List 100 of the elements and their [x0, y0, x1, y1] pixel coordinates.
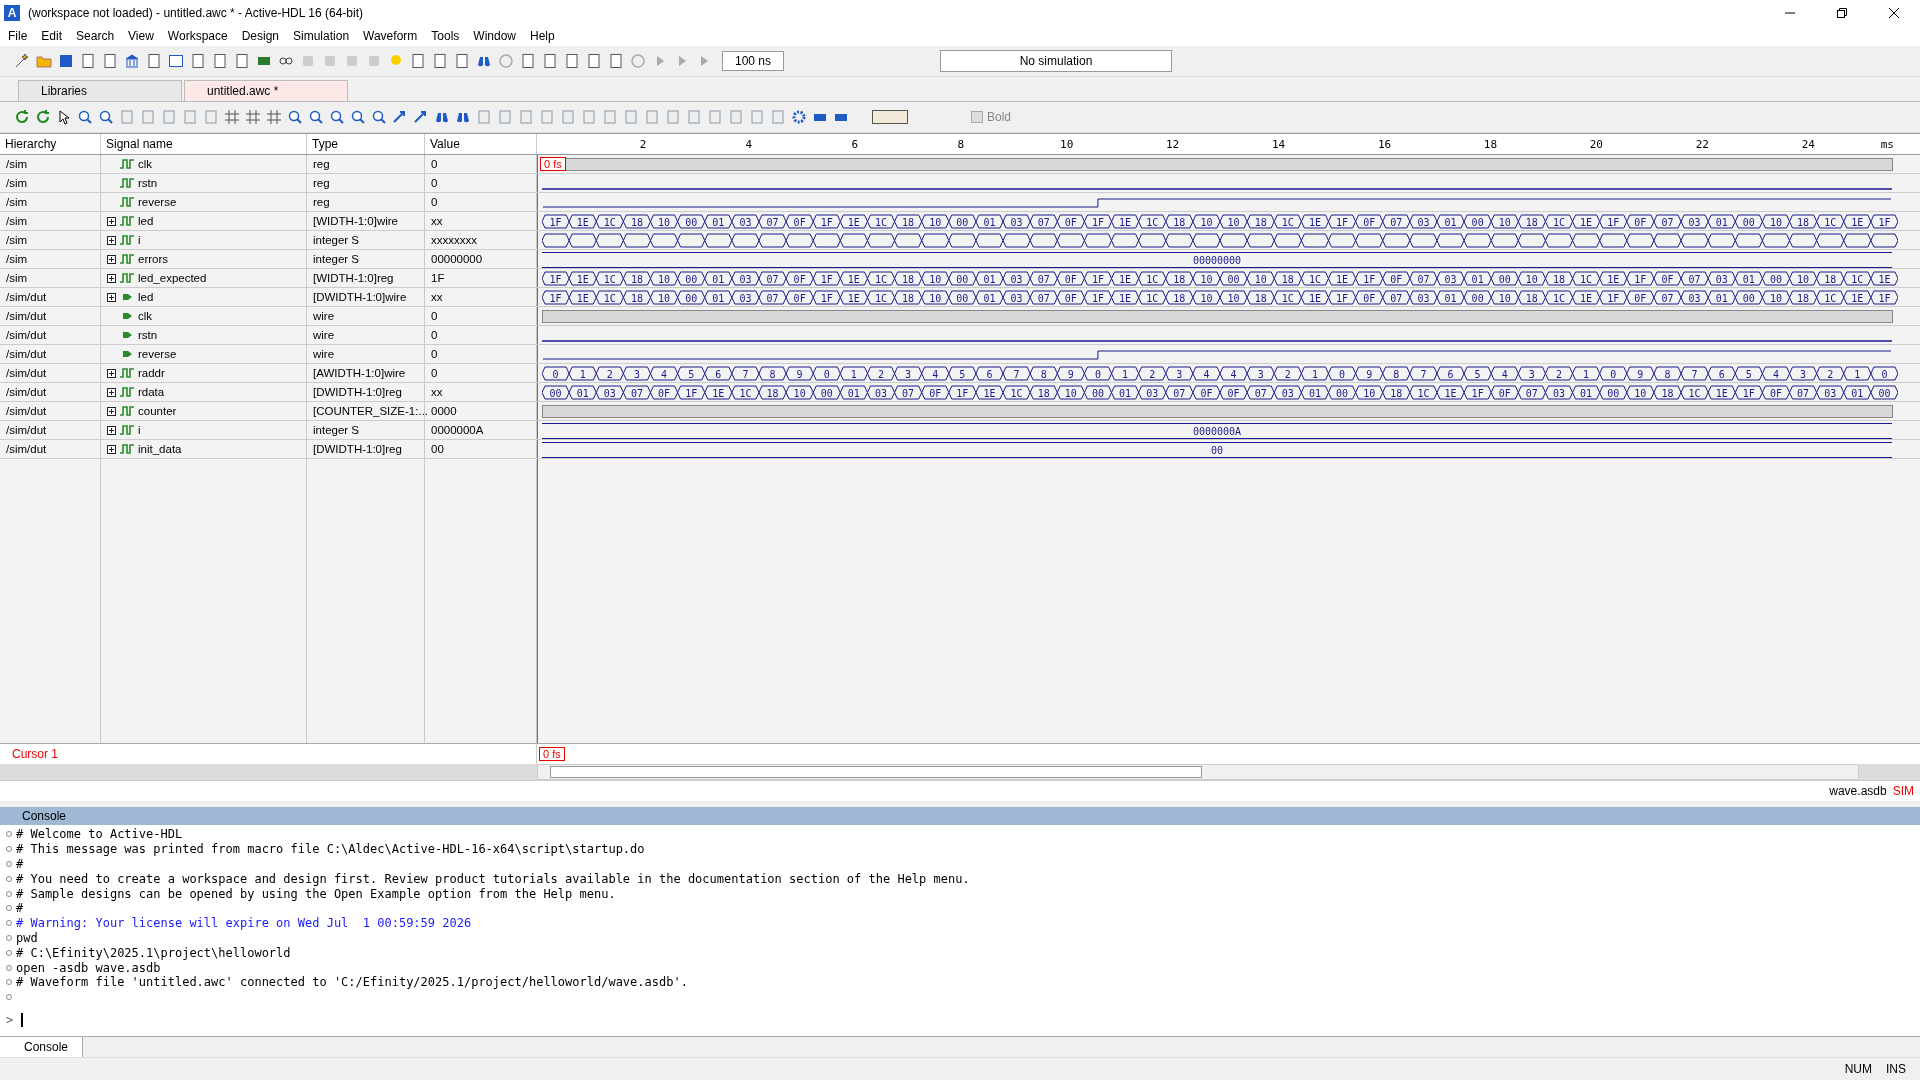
- signal-name[interactable]: rstn: [138, 177, 158, 189]
- doc-icon[interactable]: [102, 53, 118, 69]
- expand-icon[interactable]: [107, 254, 116, 264]
- bus-segment: 01: [568, 385, 597, 400]
- console-tab[interactable]: Console: [0, 1037, 84, 1057]
- refresh-icon[interactable]: [14, 109, 30, 125]
- column-header[interactable]: Hierarchy: [0, 134, 101, 154]
- arrow-icon[interactable]: [413, 109, 429, 125]
- bus-segment: 00: [1490, 271, 1519, 286]
- doc-icon[interactable]: [234, 53, 250, 69]
- search-icon[interactable]: [77, 109, 93, 125]
- refresh-icon[interactable]: [35, 109, 51, 125]
- signal-name[interactable]: clk: [138, 158, 153, 170]
- signal-name[interactable]: reverse: [138, 348, 177, 360]
- menu-item[interactable]: Workspace: [167, 29, 228, 43]
- pointer-icon[interactable]: [56, 109, 72, 125]
- signal-name[interactable]: rdata: [138, 386, 165, 398]
- expand-icon[interactable]: [107, 425, 116, 435]
- signal-name[interactable]: led: [138, 215, 154, 227]
- save-icon[interactable]: [58, 53, 74, 69]
- bus-segment: 9: [1626, 366, 1655, 381]
- close-icon[interactable]: [1888, 7, 1900, 19]
- expand-icon[interactable]: [107, 216, 116, 226]
- signal-name[interactable]: counter: [138, 405, 177, 417]
- signal-name[interactable]: errors: [138, 253, 169, 265]
- signal-name[interactable]: led: [138, 291, 154, 303]
- bus-segment: [866, 233, 896, 248]
- doc-icon[interactable]: [542, 53, 558, 69]
- bus-segment: 03: [1816, 385, 1845, 400]
- doc-icon[interactable]: [410, 53, 426, 69]
- expand-icon[interactable]: [107, 444, 116, 454]
- bus-segment: [1002, 233, 1031, 248]
- document-tab[interactable]: untitled.awc *: [184, 80, 348, 101]
- console-icon[interactable]: [168, 53, 184, 69]
- doc-icon[interactable]: [564, 53, 580, 69]
- expand-icon[interactable]: [107, 368, 116, 378]
- bus-segment: 03: [731, 290, 760, 305]
- menu-item[interactable]: Design: [241, 29, 280, 43]
- column-header[interactable]: Value: [425, 134, 537, 154]
- signal-name[interactable]: reverse: [138, 196, 177, 208]
- color-swatch-dropdown[interactable]: [872, 110, 908, 124]
- menu-item[interactable]: Tools: [431, 29, 460, 43]
- expand-icon[interactable]: [107, 292, 116, 302]
- document-tab[interactable]: Libraries: [18, 80, 182, 101]
- grid-icon[interactable]: [224, 109, 240, 125]
- doc-icon[interactable]: [520, 53, 536, 69]
- doc-icon[interactable]: [190, 53, 206, 69]
- bus-segment: 7: [1002, 366, 1031, 381]
- menu-item[interactable]: Help: [530, 29, 555, 43]
- expand-icon[interactable]: [107, 406, 116, 416]
- search-icon[interactable]: [98, 109, 114, 125]
- bus-segment: 00: [1761, 271, 1790, 286]
- app-logo: A: [4, 5, 20, 21]
- expand-icon[interactable]: [107, 273, 116, 283]
- signal-name[interactable]: rstn: [138, 329, 158, 341]
- arrow-icon[interactable]: [392, 109, 408, 125]
- bus-value: 00: [1211, 444, 1223, 456]
- bank-icon[interactable]: [124, 53, 140, 69]
- column-header[interactable]: Signal name: [101, 134, 307, 154]
- signal-name[interactable]: led_expected: [138, 272, 207, 284]
- menu-item[interactable]: Search: [76, 29, 115, 43]
- doc-icon[interactable]: [212, 53, 228, 69]
- menu-item[interactable]: Window: [473, 29, 516, 43]
- search-icon[interactable]: [329, 109, 345, 125]
- search-icon[interactable]: [350, 109, 366, 125]
- doc-icon[interactable]: [146, 53, 162, 69]
- signal-name[interactable]: clk: [138, 310, 153, 322]
- signal-name[interactable]: raddr: [138, 367, 165, 379]
- expand-icon[interactable]: [107, 235, 116, 245]
- doc-icon[interactable]: [432, 53, 448, 69]
- doc-icon[interactable]: [608, 53, 624, 69]
- bus-segment: [785, 233, 814, 248]
- menu-item[interactable]: Simulation: [293, 29, 350, 43]
- run-time-field[interactable]: 100 ns: [722, 51, 784, 71]
- menu-item[interactable]: View: [128, 29, 154, 43]
- search-icon[interactable]: [371, 109, 387, 125]
- bus-segment: 7: [1409, 366, 1438, 381]
- type-cell: wire: [307, 307, 425, 325]
- menu-item[interactable]: Edit: [41, 29, 63, 43]
- signal-name[interactable]: i: [138, 234, 141, 246]
- console-message: # You need to create a workspace and design first. Review product tutorials available in the documentation section of the Help menu.: [16, 871, 970, 886]
- horizontal-scrollbar[interactable]: [537, 764, 1859, 780]
- menu-item[interactable]: File: [8, 29, 28, 43]
- console-message: #: [16, 857, 24, 871]
- column-header[interactable]: Type: [307, 134, 425, 154]
- expand-icon[interactable]: [107, 387, 116, 397]
- signal-name[interactable]: init_data: [138, 443, 182, 455]
- bus-segment: 00: [948, 290, 977, 305]
- menu-item[interactable]: Waveform: [363, 29, 418, 43]
- bus-segment: 4: [650, 366, 679, 381]
- grid-icon[interactable]: [266, 109, 282, 125]
- wand-icon[interactable]: [14, 53, 30, 69]
- grid-icon[interactable]: [245, 109, 261, 125]
- signal-name[interactable]: i: [138, 424, 141, 436]
- doc-icon[interactable]: [80, 53, 96, 69]
- doc-icon[interactable]: [586, 53, 602, 69]
- bus-segment: 10: [1789, 271, 1818, 286]
- restore-icon[interactable]: [1836, 7, 1848, 19]
- console-input-field[interactable]: [21, 1012, 24, 1027]
- doc-icon[interactable]: [454, 53, 470, 69]
